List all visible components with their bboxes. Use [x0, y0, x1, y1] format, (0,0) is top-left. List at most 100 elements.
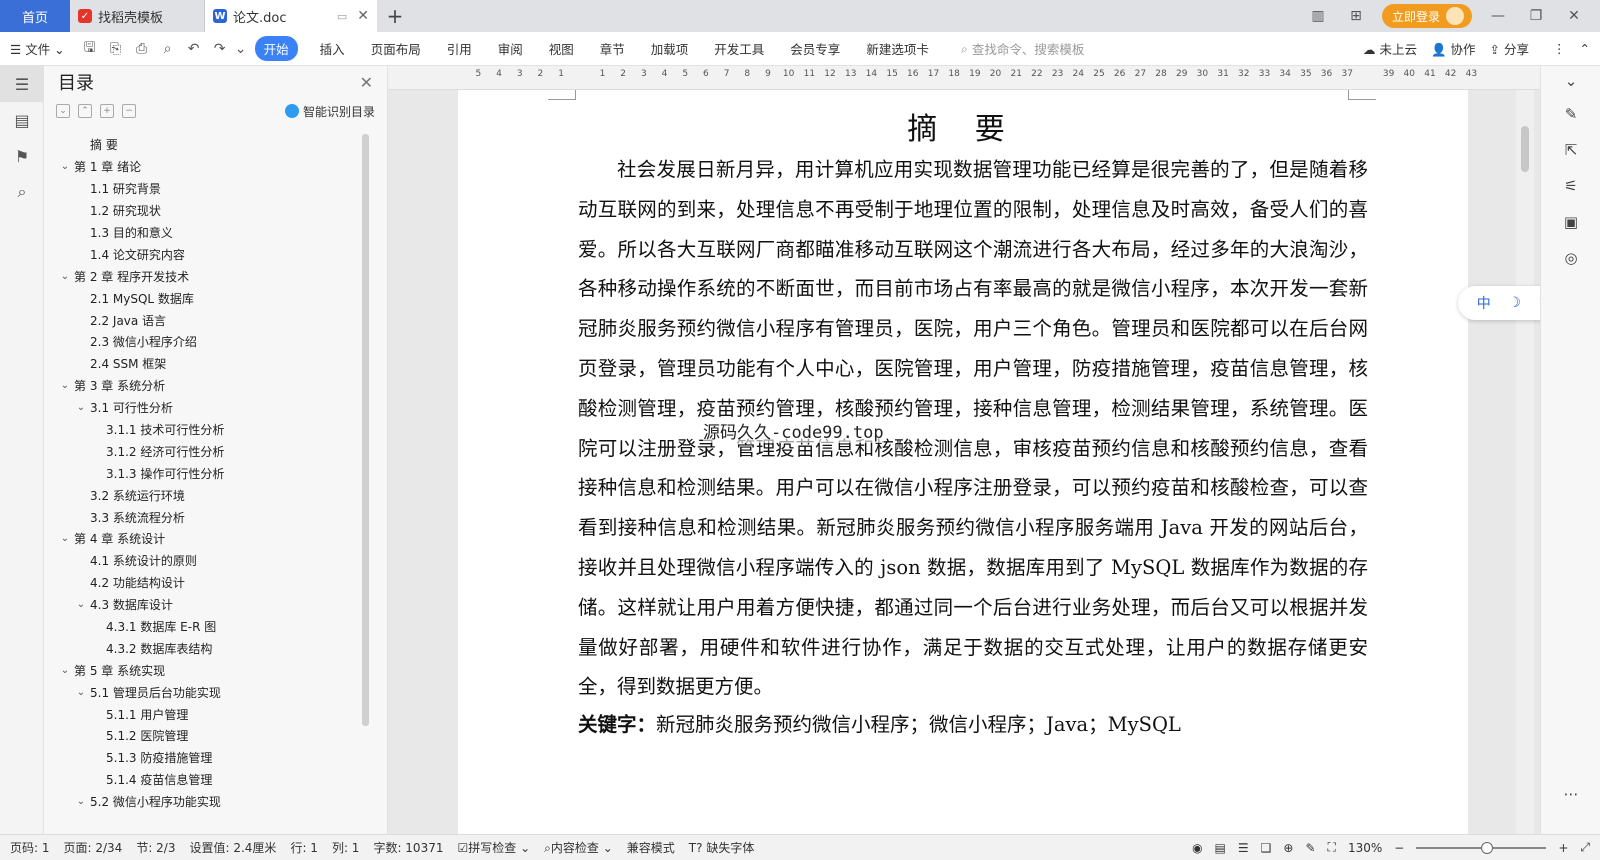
tab-pin-icon[interactable]: ▭	[337, 10, 347, 23]
menu-home[interactable]: 开始	[254, 36, 298, 61]
fit-page-icon[interactable]: ⛶	[1328, 840, 1336, 855]
status-page-no[interactable]: 页码: 1	[10, 839, 50, 856]
toc-item[interactable]: 4.1 系统设计的原则	[44, 550, 368, 572]
status-page[interactable]: 页面: 2/34	[64, 839, 123, 856]
abstract-paragraph[interactable]: 社会发展日新月异，用计算机应用实现数据管理功能已经算是很完善的了，但是随着移动互…	[578, 150, 1368, 707]
document-page[interactable]: 摘 要 社会发展日新月异，用计算机应用实现数据管理功能已经算是很完善的了，但是随…	[458, 90, 1468, 834]
toc-item[interactable]: 1.2 研究现状	[44, 200, 368, 222]
toc-item[interactable]: 1.1 研究背景	[44, 178, 368, 200]
toc-item[interactable]: 3.3 系统流程分析	[44, 506, 368, 528]
new-tab-button[interactable]: +	[377, 0, 413, 32]
keywords-line[interactable]: 关键字：新冠肺炎服务预约微信小程序；微信小程序；Java；MySQL	[578, 708, 1368, 737]
zoom-level[interactable]: 130%	[1348, 841, 1382, 855]
horizontal-ruler[interactable]: 5 4 3 2 1 1 2 3 4 5 6 7 8 9 10 11 12 13 14 15 16 17 18 19 20 21 22…	[388, 66, 1540, 90]
toc-item[interactable]: ⌄ 第 2 章 程序开发技术	[44, 265, 368, 287]
adjust-icon[interactable]: ⚟	[1541, 168, 1600, 204]
more-icon[interactable]: ⋮	[1553, 41, 1566, 56]
apps-grid-icon[interactable]: ⊞	[1344, 8, 1368, 24]
toc-item[interactable]: ⌄ 3.1 可行性分析	[44, 397, 368, 419]
toc-scrollbar[interactable]	[362, 134, 369, 726]
toc-item[interactable]: 5.1.2 医院管理	[44, 725, 368, 747]
toc-item[interactable]: ⌄ 第 3 章 系统分析	[44, 375, 368, 397]
status-setting[interactable]: 设置值: 2.4厘米	[189, 839, 276, 856]
toc-item[interactable]: 2.4 SSM 框架	[44, 353, 368, 375]
remove-heading-icon[interactable]: −	[122, 104, 136, 118]
export-pdf-icon[interactable]: ⎘	[103, 41, 129, 57]
cloud-status[interactable]: ☁ 未上云	[1363, 39, 1417, 58]
tab-home[interactable]: 首页	[0, 0, 70, 32]
login-button[interactable]: 立即登录	[1381, 4, 1472, 28]
toc-item[interactable]: 3.1.3 操作可行性分析	[44, 462, 368, 484]
zoom-slider-knob[interactable]	[1481, 841, 1494, 854]
collapse-ribbon-icon[interactable]: ⌃	[1580, 41, 1590, 56]
tab-close-icon[interactable]: ✕	[357, 8, 369, 24]
write-view-icon[interactable]: ✎	[1305, 841, 1315, 855]
chevron-down-icon[interactable]: ⌄	[58, 380, 72, 391]
toc-item[interactable]: 2.1 MySQL 数据库	[44, 287, 368, 309]
moon-icon[interactable]: ☽	[1508, 295, 1521, 311]
toc-item[interactable]: 2.2 Java 语言	[44, 309, 368, 331]
save-icon[interactable]: 🖫	[77, 37, 103, 61]
status-row[interactable]: 行: 1	[290, 839, 318, 856]
more-tools-icon[interactable]: ⋯	[1541, 776, 1600, 812]
toc-item[interactable]: 3.1.2 经济可行性分析	[44, 440, 368, 462]
eye-protect-icon[interactable]: ◉	[1192, 841, 1202, 855]
select-cursor-icon[interactable]: ⇱	[1541, 132, 1600, 168]
menu-view[interactable]: 视图	[549, 39, 574, 58]
spell-check-button[interactable]: ☑拼写检查 ⌄	[457, 839, 530, 856]
toc-item[interactable]: ⌄ 第 1 章 绪论	[44, 156, 368, 178]
more-quick-icon[interactable]: ⌄	[233, 41, 249, 57]
print-preview-icon[interactable]: ⌕	[155, 41, 181, 57]
menu-references[interactable]: 引用	[447, 39, 472, 58]
toc-item[interactable]: 5.1.1 用户管理	[44, 703, 368, 725]
zoom-out-icon[interactable]: −	[1394, 841, 1404, 855]
chevron-down-icon[interactable]: ⌄	[58, 533, 72, 544]
add-heading-icon[interactable]: +	[100, 104, 114, 118]
ime-lang[interactable]: 中	[1477, 293, 1491, 313]
document-scroll-thumb[interactable]	[1521, 126, 1529, 172]
zoom-slider[interactable]	[1416, 841, 1547, 854]
status-col[interactable]: 列: 1	[332, 839, 360, 856]
menu-page-layout[interactable]: 页面布局	[371, 39, 421, 58]
location-icon[interactable]: ◎	[1541, 240, 1600, 276]
toc-item[interactable]: ⌄ 5.2 微信小程序功能实现	[44, 791, 368, 813]
status-words[interactable]: 字数: 10371	[373, 839, 443, 856]
outline-view-icon[interactable]: ☰	[1238, 841, 1249, 855]
menu-chapter[interactable]: 章节	[600, 39, 625, 58]
find-icon[interactable]: ⌕	[0, 174, 44, 210]
bookmark-icon[interactable]: ⚑	[0, 138, 44, 174]
read-view-icon[interactable]: ❑	[1261, 841, 1272, 855]
toc-item[interactable]: 5.1.4 疫苗信息管理	[44, 769, 368, 791]
expand-all-icon[interactable]: ⌄	[56, 104, 70, 118]
tab-doc[interactable]: W 论文.doc ▭ ✕	[205, 0, 377, 32]
toc-item[interactable]: ⌄ 第 4 章 系统设计	[44, 528, 368, 550]
minimize-icon[interactable]: —	[1486, 8, 1510, 24]
expand-panel-icon[interactable]: ⌄	[1541, 66, 1600, 96]
tab-template[interactable]: ✓ 找稻壳模板	[70, 0, 205, 32]
chevron-down-icon[interactable]: ⌄	[58, 665, 72, 676]
print-icon[interactable]: ⎙	[129, 41, 155, 57]
toc-item[interactable]: 3.1.1 技术可行性分析	[44, 419, 368, 441]
close-window-icon[interactable]: ✕	[1562, 8, 1586, 24]
collab-button[interactable]: 👤 协作	[1431, 39, 1476, 58]
chevron-down-icon[interactable]: ⌄	[74, 402, 88, 413]
fullscreen-icon[interactable]: ⤢	[1580, 840, 1590, 855]
menu-review[interactable]: 审阅	[498, 39, 523, 58]
menu-new-tab[interactable]: 新建选项卡	[866, 39, 929, 58]
collapse-all-icon[interactable]: ⌃	[78, 104, 92, 118]
restore-icon[interactable]: ❐	[1524, 8, 1548, 24]
web-view-icon[interactable]: ⊕	[1283, 841, 1293, 855]
chevron-down-icon[interactable]: ⌄	[74, 796, 88, 807]
chevron-down-icon[interactable]: ⌄	[74, 599, 88, 610]
toc-item[interactable]: 4.3.2 数据库表结构	[44, 637, 368, 659]
command-search[interactable]: ⌕ 查找命令、搜索模板	[961, 39, 1085, 58]
page-view-icon[interactable]: ▤	[1215, 841, 1226, 855]
menu-member[interactable]: 会员专享	[790, 39, 840, 58]
close-icon[interactable]: ✕	[360, 73, 373, 92]
toc-item[interactable]: 1.4 论文研究内容	[44, 243, 368, 265]
content-check-button[interactable]: ⌕内容检查 ⌄	[544, 839, 613, 856]
chevron-down-icon[interactable]: ⌄	[58, 271, 72, 282]
toc-item[interactable]: 4.2 功能结构设计	[44, 572, 368, 594]
undo-icon[interactable]: ↶	[181, 41, 207, 57]
toc-panel-icon[interactable]: ☰	[0, 66, 44, 102]
